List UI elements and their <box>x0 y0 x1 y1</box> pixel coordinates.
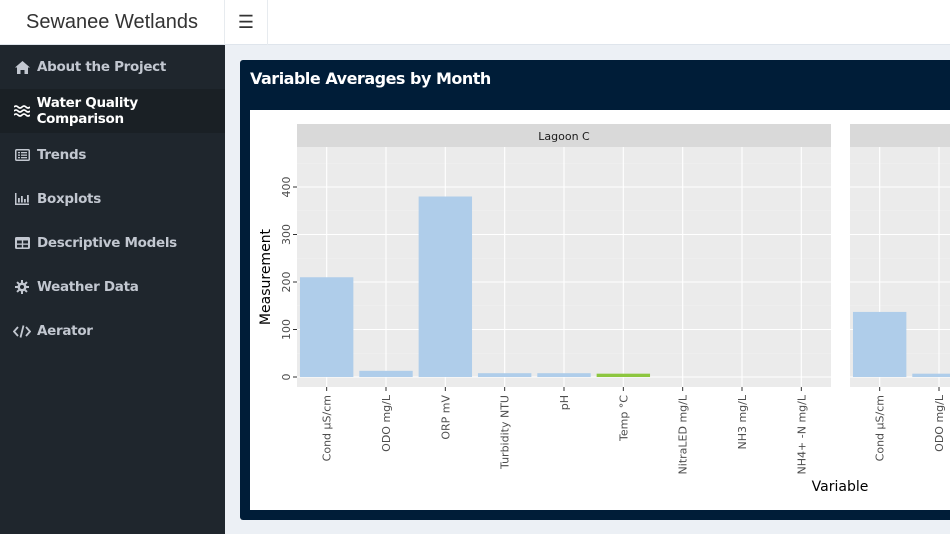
bar <box>912 373 950 377</box>
x-tick-label: NitraLED mg/L <box>677 394 690 474</box>
code-icon <box>13 324 31 338</box>
sidebar-item-descriptive-models[interactable]: Descriptive Models <box>0 221 225 265</box>
sidebar-toggle-button[interactable]: ☰ <box>225 0 268 45</box>
x-tick-label: ORP mV <box>439 395 452 440</box>
sidebar-item-about[interactable]: About the Project <box>0 45 225 89</box>
facet-strip <box>850 124 950 147</box>
bar <box>299 277 354 377</box>
water-icon <box>13 105 31 117</box>
home-icon <box>13 60 31 74</box>
table-icon <box>13 237 31 249</box>
chart-container: Lagoon C Cond µS/cm ODO mg/L ORP mV Turbidit… <box>250 110 950 510</box>
x-tick-label: ODO mg/L <box>380 394 393 452</box>
y-tick-label: 200 <box>280 272 293 293</box>
x-tick-label: Turbidity NTU <box>499 395 512 470</box>
sidebar-item-label: Aerator <box>37 323 93 339</box>
y-tick-label: 0 <box>280 374 293 381</box>
bar <box>359 370 413 377</box>
gear-icon <box>13 280 31 294</box>
app-title[interactable]: Sewanee Wetlands <box>0 0 225 45</box>
sidebar-item-aerator[interactable]: Aerator <box>0 309 225 353</box>
x-tick-label: NH3 mg/L <box>736 394 749 449</box>
sidebar-item-weather-data[interactable]: Weather Data <box>0 265 225 309</box>
bar <box>852 311 907 377</box>
y-tick-label: 100 <box>280 319 293 340</box>
bar <box>537 373 591 377</box>
bar-chart-icon <box>13 193 31 205</box>
hamburger-icon: ☰ <box>237 12 255 32</box>
y-tick-label: 300 <box>280 224 293 245</box>
x-tick-label: Temp °C <box>617 395 630 442</box>
sidebar-item-label: About the Project <box>37 59 167 75</box>
bar-chart: Lagoon C Cond µS/cm ODO mg/L ORP mV Turbidit… <box>258 124 950 495</box>
bar <box>596 373 651 377</box>
chart-box: Variable Averages by Month Lagoon C Cond … <box>240 60 950 520</box>
sidebar-item-label: Descriptive Models <box>37 235 177 251</box>
x-tick-label: NH4+ -N mg/L <box>795 394 808 474</box>
sidebar: About the Project Water Quality Comparis… <box>0 45 225 534</box>
main-content: Variable Averages by Month Lagoon C Cond … <box>225 46 950 534</box>
sidebar-item-label: Water Quality Comparison <box>36 95 139 127</box>
x-tick-label: pH <box>558 395 571 410</box>
box-title: Variable Averages by Month <box>250 69 491 88</box>
top-navbar: Sewanee Wetlands ☰ <box>0 0 950 45</box>
list-alt-icon <box>13 149 31 161</box>
bar <box>418 196 473 377</box>
y-axis-title: Measurement <box>258 228 274 325</box>
x-axis-title: Variable <box>812 479 869 495</box>
x-tick-label: Cond µS/cm <box>321 395 334 461</box>
y-tick-label: 400 <box>280 177 293 198</box>
sidebar-item-trends[interactable]: Trends <box>0 133 225 177</box>
facet-label: Lagoon C <box>538 130 590 143</box>
sidebar-item-water-quality-comparison[interactable]: Water Quality Comparison <box>0 89 225 133</box>
bar <box>477 373 532 377</box>
sidebar-item-boxplots[interactable]: Boxplots <box>0 177 225 221</box>
sidebar-item-label: Boxplots <box>37 191 101 207</box>
x-tick-label: ODO mg/L <box>933 394 946 452</box>
x-tick-label: Cond µS/cm <box>874 395 887 461</box>
sidebar-item-label: Trends <box>37 147 87 163</box>
sidebar-item-label: Weather Data <box>37 279 139 295</box>
